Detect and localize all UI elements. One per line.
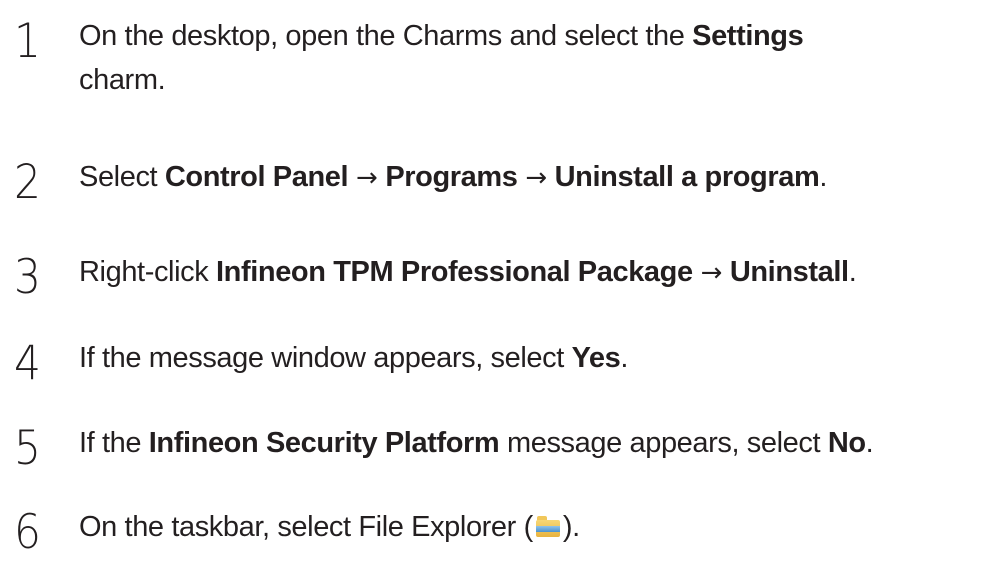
step-text-segment: ). <box>562 511 580 543</box>
step-number: 6 <box>14 505 41 560</box>
control-panel-label: Control Panel <box>164 161 349 193</box>
step-text-segment: . <box>620 342 629 374</box>
step-text: On the desktop, open the Charms and sele… <box>79 14 979 59</box>
step-text-segment: Select <box>79 161 165 193</box>
no-label: No <box>827 427 866 459</box>
step-text: Right-click Infineon TPM Professional Pa… <box>79 250 979 296</box>
programs-label: Programs <box>385 161 518 193</box>
right-arrow-icon: → <box>517 163 555 193</box>
step-text-segment: Right-click <box>79 256 216 288</box>
file-explorer-icon <box>534 514 562 540</box>
tpm-package-label: Infineon TPM Professional Package <box>216 256 693 288</box>
step-text-segment: message appears, select <box>499 427 828 459</box>
right-arrow-icon: → <box>692 258 730 288</box>
step-text: On the taskbar, select File Explorer (). <box>79 505 979 550</box>
security-platform-label: Infineon Security Platform <box>148 427 500 459</box>
uninstall-label: Uninstall <box>729 256 849 288</box>
step-text-segment: . <box>819 161 828 193</box>
yes-label: Yes <box>571 342 621 374</box>
step-text: If the message window appears, select Ye… <box>79 336 979 381</box>
step-number: 4 <box>14 336 41 391</box>
step-text-segment: If the <box>79 427 149 459</box>
step-text-segment: . <box>848 256 857 288</box>
step-text: Select Control Panel → Programs → Uninst… <box>79 155 979 201</box>
step-number: 5 <box>14 421 41 476</box>
instruction-steps: 1 On the desktop, open the Charms and se… <box>0 0 991 568</box>
step-number: 3 <box>14 250 41 305</box>
step-text-segment: charm. <box>79 64 166 96</box>
right-arrow-icon: → <box>348 163 386 193</box>
step-text-continued: charm. <box>79 58 979 103</box>
uninstall-program-label: Uninstall a program <box>554 161 820 193</box>
step-text-segment: On the desktop, open the Charms and sele… <box>79 20 693 52</box>
step-text-segment: . <box>865 427 874 459</box>
step-text: If the Infineon Security Platform messag… <box>79 421 979 466</box>
settings-charm-label: Settings <box>692 20 804 52</box>
step-text-segment: On the taskbar, select File Explorer ( <box>79 511 533 543</box>
step-number: 2 <box>14 155 41 210</box>
step-number: 1 <box>14 14 41 69</box>
step-text-segment: If the message window appears, select <box>79 342 572 374</box>
